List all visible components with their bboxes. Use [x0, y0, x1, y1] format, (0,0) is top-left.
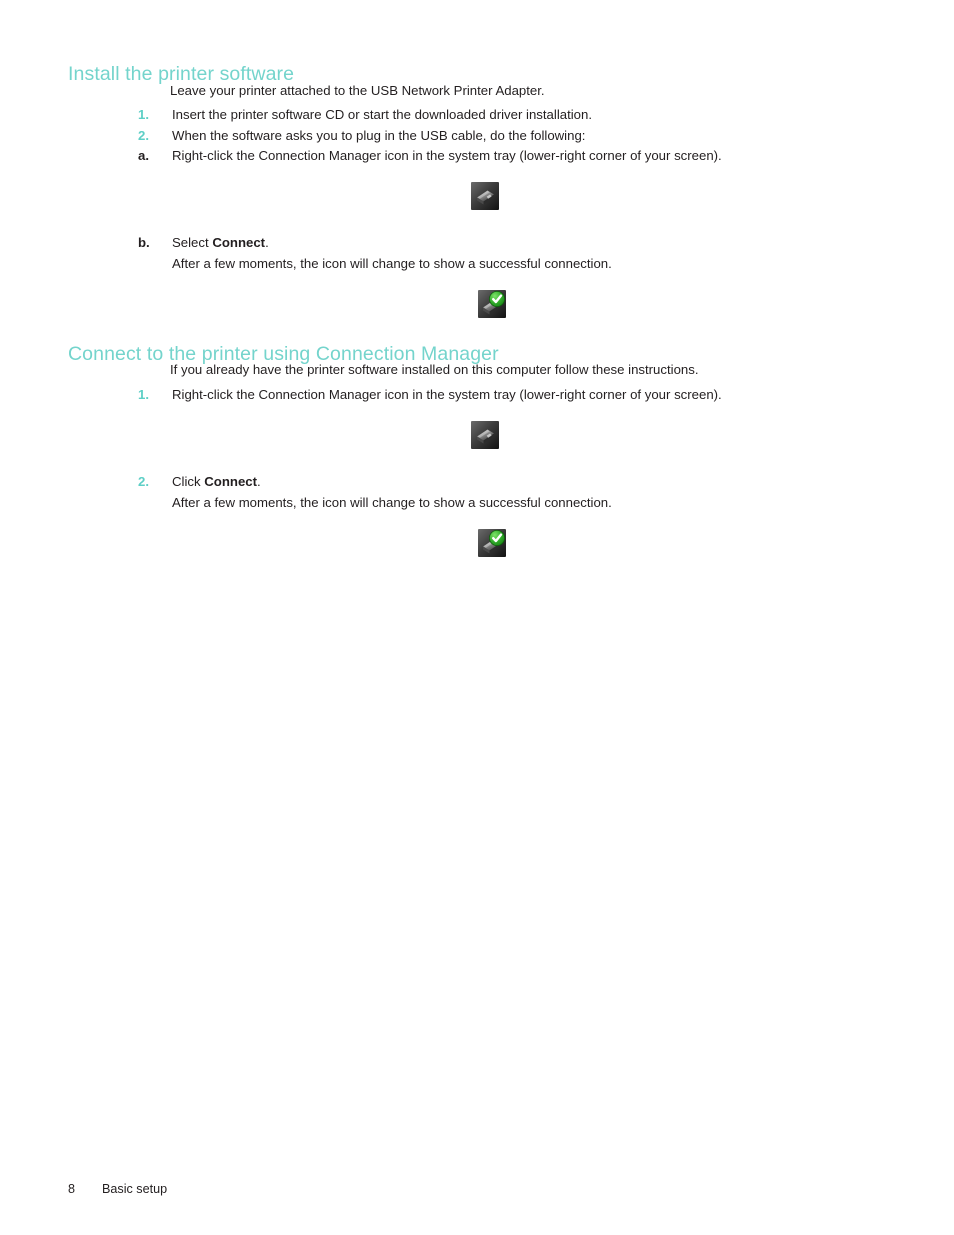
list-item: 2. When the software asks you to plug in…: [138, 126, 898, 147]
step-2-bold-connect: Connect: [204, 474, 257, 489]
substep-b-prefix: Select: [172, 235, 213, 250]
success-check-badge: [489, 530, 505, 546]
substep-b-followup-text: After a few moments, the icon will chang…: [172, 255, 612, 271]
list-marker: a.: [138, 148, 149, 164]
footer-section-name: Basic setup: [102, 1182, 168, 1196]
list-item: b. Select Connect. After a few moments, …: [138, 233, 898, 274]
connection-manager-tray-icon-connected: [478, 290, 506, 318]
step-2-prefix: Click: [172, 474, 205, 489]
list-marker: 2.: [138, 127, 149, 143]
list-item: 2. Click Connect. After a few moments, t…: [138, 472, 898, 513]
list-item-text: Click Connect.: [172, 472, 898, 493]
list-marker: 2.: [138, 474, 149, 489]
step-2-suffix: .: [257, 474, 261, 489]
connect-steps-list: 1. Right-click the Connection Manager ic…: [138, 385, 898, 406]
document-page: Install the printer software Leave your …: [0, 0, 954, 1235]
install-intro-text: Leave your printer attached to the USB N…: [170, 83, 545, 98]
install-substeps-list: a. Right-click the Connection Manager ic…: [138, 146, 898, 167]
usb-adapter-icon: [471, 421, 499, 449]
list-marker: b.: [138, 235, 150, 250]
list-item: 1. Right-click the Connection Manager ic…: [138, 385, 898, 406]
usb-adapter-connected-icon: [478, 290, 506, 318]
install-substep-b: b. Select Connect. After a few moments, …: [138, 233, 898, 274]
page-footer: 8 Basic setup: [68, 1180, 167, 1198]
connection-manager-tray-icon-disconnected: [471, 182, 499, 210]
connection-manager-tray-icon-connected: [478, 529, 506, 557]
substep-b-suffix: .: [265, 235, 269, 250]
connection-manager-tray-icon-disconnected: [471, 421, 499, 449]
list-item-text: When the software asks you to plug in th…: [172, 127, 586, 143]
connect-step-2: 2. Click Connect. After a few moments, t…: [138, 472, 898, 513]
success-check-badge: [489, 291, 505, 307]
usb-adapter-connected-icon: [478, 529, 506, 557]
list-item-text: Right-click the Connection Manager icon …: [172, 387, 722, 402]
list-marker: 1.: [138, 387, 149, 402]
footer-page-number: 8: [68, 1182, 76, 1196]
install-steps-list: 1. Insert the printer software CD or sta…: [138, 105, 898, 167]
list-item: a. Right-click the Connection Manager ic…: [138, 146, 898, 167]
list-item-text: Insert the printer software CD or start …: [172, 107, 593, 122]
step-2-followup-text: After a few moments, the icon will chang…: [172, 494, 612, 510]
list-item-text: Right-click the Connection Manager icon …: [172, 148, 722, 164]
list-marker: 1.: [138, 107, 149, 122]
connect-intro-text: If you already have the printer software…: [170, 362, 699, 377]
list-item-text: Select Connect.: [172, 233, 898, 254]
usb-adapter-icon: [471, 182, 499, 210]
substep-b-bold-connect: Connect: [212, 235, 266, 250]
list-item: 1. Insert the printer software CD or sta…: [138, 105, 898, 126]
